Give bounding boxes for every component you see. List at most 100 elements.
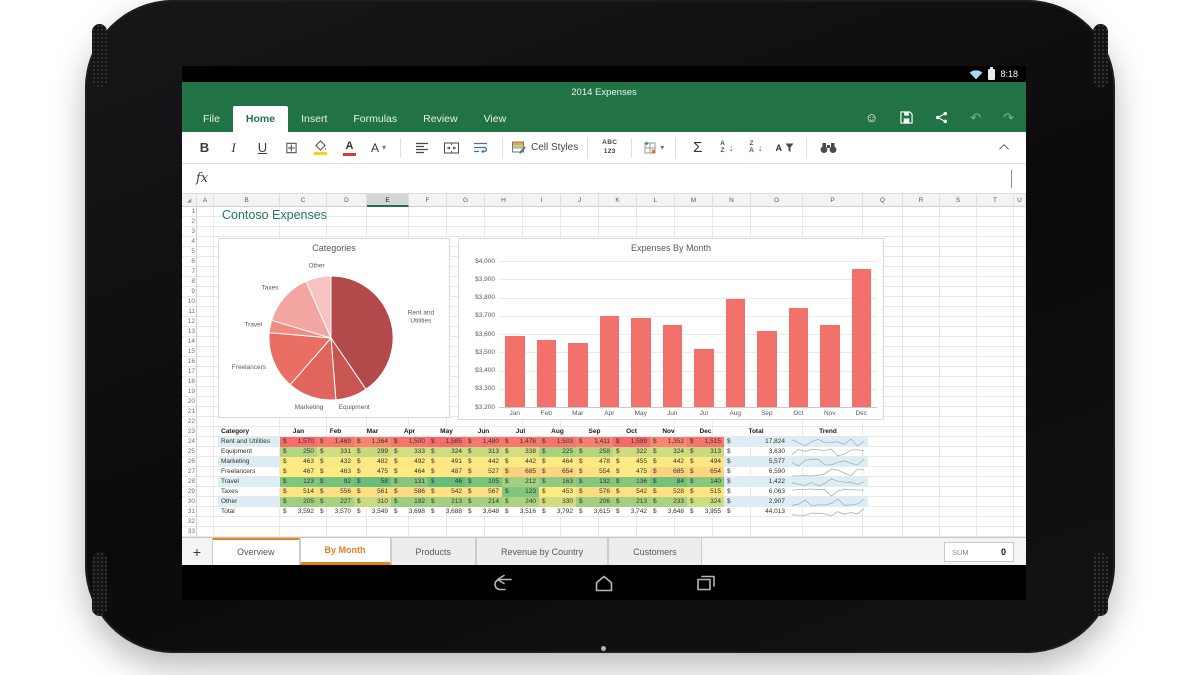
value-cell[interactable]: $58 bbox=[354, 477, 391, 487]
value-cell[interactable]: $313 bbox=[465, 447, 502, 457]
row-header-10[interactable]: 10 bbox=[182, 297, 195, 307]
value-cell[interactable]: $527 bbox=[465, 467, 502, 477]
table-row-equipment[interactable]: Equipment$250$331$299$333$324$313$338$22… bbox=[218, 447, 868, 457]
row-header-1[interactable]: 1 bbox=[182, 207, 195, 217]
table-header-jan[interactable]: Jan bbox=[280, 427, 317, 437]
table-header-feb[interactable]: Feb bbox=[317, 427, 354, 437]
value-cell[interactable]: $225 bbox=[539, 447, 576, 457]
table-row-travel[interactable]: Travel$123$92$58$131$46$105$212$163$132$… bbox=[218, 477, 868, 487]
value-cell[interactable]: $1,515 bbox=[687, 437, 724, 447]
column-header-B[interactable]: B bbox=[214, 194, 280, 207]
column-header-P[interactable]: P bbox=[803, 194, 863, 207]
table-header-oct[interactable]: Oct bbox=[613, 427, 650, 437]
row-header-27[interactable]: 27 bbox=[182, 467, 195, 477]
row-header-13[interactable]: 13 bbox=[182, 327, 195, 337]
value-cell[interactable]: $478 bbox=[576, 457, 613, 467]
value-cell[interactable]: $105 bbox=[465, 477, 502, 487]
value-cell[interactable]: $654 bbox=[539, 467, 576, 477]
category-cell[interactable]: Total bbox=[218, 507, 280, 517]
value-cell[interactable]: $163 bbox=[539, 477, 576, 487]
autosum-button[interactable]: Σ bbox=[685, 135, 710, 161]
collapse-ribbon-button[interactable] bbox=[996, 138, 1014, 156]
value-cell[interactable]: $206 bbox=[576, 497, 613, 507]
back-button[interactable] bbox=[490, 574, 514, 592]
formula-input[interactable] bbox=[222, 164, 997, 193]
bar-chart-object[interactable]: Expenses By Month$3,200$3,300$3,400$3,50… bbox=[458, 238, 884, 420]
italic-button[interactable]: I bbox=[221, 135, 246, 161]
value-cell[interactable]: $685 bbox=[650, 467, 687, 477]
column-header-U[interactable]: U bbox=[1014, 194, 1026, 207]
table-row-marketing[interactable]: Marketing$463$432$482$492$491$442$442$46… bbox=[218, 457, 868, 467]
value-cell[interactable]: $140 bbox=[687, 477, 724, 487]
table-header-sep[interactable]: Sep bbox=[576, 427, 613, 437]
total-cell[interactable]: $44,013 bbox=[724, 507, 788, 517]
save-icon[interactable] bbox=[900, 111, 913, 124]
row-header-6[interactable]: 6 bbox=[182, 257, 195, 267]
sheet-tab-by-month[interactable]: By Month bbox=[300, 538, 391, 565]
sort-ascending-button[interactable]: A Z ↓ bbox=[714, 135, 739, 161]
trend-cell[interactable] bbox=[788, 497, 868, 507]
value-cell[interactable]: $322 bbox=[613, 447, 650, 457]
value-cell[interactable]: $3,648 bbox=[465, 507, 502, 517]
value-cell[interactable]: $333 bbox=[391, 447, 428, 457]
value-cell[interactable]: $313 bbox=[687, 447, 724, 457]
value-cell[interactable]: $84 bbox=[650, 477, 687, 487]
table-row-rent-and-utilities[interactable]: Rent and Utilities$1,570$1,469$1,364$1,5… bbox=[218, 437, 868, 447]
value-cell[interactable]: $338 bbox=[502, 447, 539, 457]
category-cell[interactable]: Marketing bbox=[218, 457, 280, 467]
redo-icon[interactable]: ↷ bbox=[1003, 111, 1014, 124]
value-cell[interactable]: $310 bbox=[354, 497, 391, 507]
sheet-tab-products[interactable]: Products bbox=[391, 538, 477, 565]
column-header-G[interactable]: G bbox=[447, 194, 485, 207]
add-sheet-button[interactable]: + bbox=[182, 538, 212, 565]
value-cell[interactable]: $442 bbox=[502, 457, 539, 467]
total-cell[interactable]: $1,422 bbox=[724, 477, 788, 487]
row-header-5[interactable]: 5 bbox=[182, 247, 195, 257]
cell-styles-button[interactable]: Cell Styles bbox=[512, 135, 578, 161]
column-header-L[interactable]: L bbox=[637, 194, 675, 207]
row-header-22[interactable]: 22 bbox=[182, 417, 195, 427]
value-cell[interactable]: $3,955 bbox=[687, 507, 724, 517]
total-cell[interactable]: $3,630 bbox=[724, 447, 788, 457]
ribbon-tab-file[interactable]: File bbox=[190, 106, 233, 132]
value-cell[interactable]: $1,599 bbox=[613, 437, 650, 447]
column-header-I[interactable]: I bbox=[523, 194, 561, 207]
quick-aggregate-box[interactable]: SUM 0 bbox=[944, 542, 1014, 562]
row-header-12[interactable]: 12 bbox=[182, 317, 195, 327]
table-row-taxes[interactable]: Taxes$514$556$561$586$542$567$123$453$57… bbox=[218, 487, 868, 497]
value-cell[interactable]: $192 bbox=[391, 497, 428, 507]
column-header-Q[interactable]: Q bbox=[863, 194, 903, 207]
value-cell[interactable]: $494 bbox=[687, 457, 724, 467]
value-cell[interactable]: $3,648 bbox=[650, 507, 687, 517]
value-cell[interactable]: $3,592 bbox=[280, 507, 317, 517]
value-cell[interactable]: $324 bbox=[687, 497, 724, 507]
column-header-R[interactable]: R bbox=[903, 194, 940, 207]
category-cell[interactable]: Equipment bbox=[218, 447, 280, 457]
column-header-A[interactable]: A bbox=[197, 194, 214, 207]
value-cell[interactable]: $1,476 bbox=[502, 437, 539, 447]
value-cell[interactable]: $136 bbox=[613, 477, 650, 487]
sort-filter-button[interactable]: A bbox=[772, 135, 797, 161]
row-header-4[interactable]: 4 bbox=[182, 237, 195, 247]
value-cell[interactable]: $250 bbox=[280, 447, 317, 457]
value-cell[interactable]: $205 bbox=[280, 497, 317, 507]
table-header-mar[interactable]: Mar bbox=[354, 427, 391, 437]
value-cell[interactable]: $3,698 bbox=[391, 507, 428, 517]
value-cell[interactable]: $1,364 bbox=[354, 437, 391, 447]
row-header-21[interactable]: 21 bbox=[182, 407, 195, 417]
table-header-nov[interactable]: Nov bbox=[650, 427, 687, 437]
value-cell[interactable]: $685 bbox=[502, 467, 539, 477]
value-cell[interactable]: $586 bbox=[391, 487, 428, 497]
share-icon[interactable] bbox=[935, 111, 948, 124]
value-cell[interactable]: $556 bbox=[317, 487, 354, 497]
table-header-aug[interactable]: Aug bbox=[539, 427, 576, 437]
value-cell[interactable]: $464 bbox=[539, 457, 576, 467]
value-cell[interactable]: $567 bbox=[465, 487, 502, 497]
pie-chart-object[interactable]: CategoriesRent and UtilitiesEquipmentMar… bbox=[218, 238, 450, 418]
sheet-title-cell[interactable]: Contoso Expenses bbox=[222, 208, 327, 222]
recents-button[interactable] bbox=[694, 574, 718, 592]
ribbon-tab-formulas[interactable]: Formulas bbox=[340, 106, 410, 132]
row-header-14[interactable]: 14 bbox=[182, 337, 195, 347]
ribbon-tab-view[interactable]: View bbox=[471, 106, 520, 132]
ribbon-tab-review[interactable]: Review bbox=[410, 106, 470, 132]
